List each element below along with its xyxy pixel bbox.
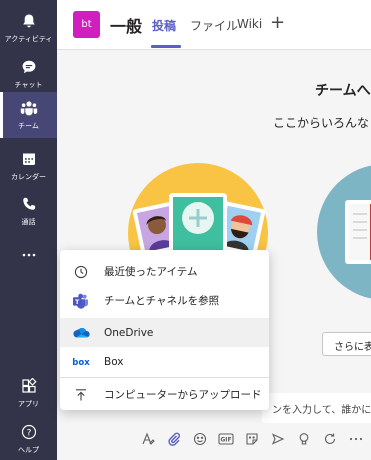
- rail-item-teams[interactable]: チーム: [0, 92, 57, 138]
- show-more-button[interactable]: さらに表: [322, 332, 371, 356]
- format-icon[interactable]: [135, 428, 161, 450]
- welcome-title: チームへ: [315, 83, 371, 99]
- compose-toolbar: GIF: [135, 428, 371, 450]
- onedrive-icon: [72, 324, 90, 342]
- menu-item-label: チームとチャネルを参照: [104, 295, 220, 307]
- chat-icon: [19, 57, 39, 77]
- more-options-icon[interactable]: [343, 428, 369, 450]
- gif-icon[interactable]: GIF: [213, 428, 239, 450]
- emoji-icon[interactable]: [187, 428, 213, 450]
- teams-icon: [19, 98, 39, 118]
- team-avatar[interactable]: bt: [73, 11, 100, 38]
- tab-files[interactable]: ファイル: [190, 17, 238, 34]
- rail-item-calendar[interactable]: カレンダー: [0, 143, 57, 189]
- meet-icon[interactable]: [265, 428, 291, 450]
- loop-icon[interactable]: [317, 428, 343, 450]
- rail-item-label: アプリ: [18, 400, 39, 408]
- tab-wiki[interactable]: Wiki: [237, 17, 262, 31]
- menu-item-onedrive[interactable]: OneDrive: [60, 318, 269, 347]
- svg-text:T: T: [75, 298, 80, 306]
- welcome-subtitle: ここからいろんなこ: [273, 116, 371, 130]
- bell-icon: [19, 11, 39, 31]
- svg-text:GIF: GIF: [220, 437, 231, 444]
- rail-item-chat[interactable]: チャット: [0, 51, 57, 97]
- channel-header: bt 一般 投稿 ファイル Wiki +: [57, 0, 371, 50]
- menu-item-browse-teams[interactable]: T チームとチャネルを参照: [60, 286, 269, 315]
- phone-icon: [19, 194, 39, 214]
- attach-menu: 最近使ったアイテム T チームとチャネルを参照 OneDrive box Box…: [60, 250, 269, 410]
- teams-logo-icon: T: [72, 292, 90, 310]
- rail-item-more[interactable]: [0, 236, 57, 282]
- calendar-icon: [19, 149, 39, 169]
- clock-icon: [72, 263, 90, 281]
- menu-divider: [60, 377, 269, 378]
- box-icon: box: [72, 353, 90, 371]
- menu-item-label: コンピューターからアップロード: [104, 389, 262, 401]
- menu-item-upload[interactable]: コンピューターからアップロード: [60, 380, 269, 409]
- upload-icon: [72, 386, 90, 404]
- rail-item-label: チーム: [18, 122, 39, 130]
- rail-item-label: チャット: [14, 81, 43, 89]
- active-tab-indicator: [151, 45, 181, 48]
- menu-item-box[interactable]: box Box: [60, 347, 269, 376]
- apps-icon: [19, 376, 39, 396]
- rail-item-calls[interactable]: 通話: [0, 188, 57, 234]
- menu-item-label: OneDrive: [104, 326, 154, 339]
- channel-title: 一般: [110, 17, 143, 36]
- menu-item-recent[interactable]: 最近使ったアイテム: [60, 257, 269, 286]
- add-tab-button[interactable]: +: [270, 12, 285, 33]
- menu-item-label: 最近使ったアイテム: [104, 266, 198, 278]
- praise-icon[interactable]: [291, 428, 317, 450]
- rail-item-apps[interactable]: アプリ: [0, 370, 57, 416]
- rail-item-activity[interactable]: アクティビティ: [0, 5, 57, 51]
- app-rail: アクティビティ チャット チーム カレンダー 通話 アプリ ? ヘルプ: [0, 0, 57, 460]
- more-icon: [19, 245, 39, 265]
- svg-text:box: box: [72, 358, 90, 367]
- rail-item-label: ヘルプ: [18, 446, 39, 454]
- help-icon: ?: [19, 422, 39, 442]
- tab-posts[interactable]: 投稿: [152, 17, 176, 34]
- svg-text:?: ?: [26, 428, 31, 438]
- compose-box[interactable]: ンを入力して、誰かにメン: [262, 393, 371, 423]
- rail-item-label: 通話: [21, 218, 36, 226]
- notebook-illustration: [317, 165, 371, 299]
- rail-item-label: アクティビティ: [4, 35, 53, 43]
- attach-icon[interactable]: [161, 428, 187, 450]
- rail-item-label: カレンダー: [11, 173, 46, 181]
- menu-item-label: Box: [104, 355, 124, 368]
- sticker-icon[interactable]: [239, 428, 265, 450]
- rail-item-help[interactable]: ? ヘルプ: [0, 416, 57, 460]
- compose-placeholder: ンを入力して、誰かにメン: [272, 405, 371, 416]
